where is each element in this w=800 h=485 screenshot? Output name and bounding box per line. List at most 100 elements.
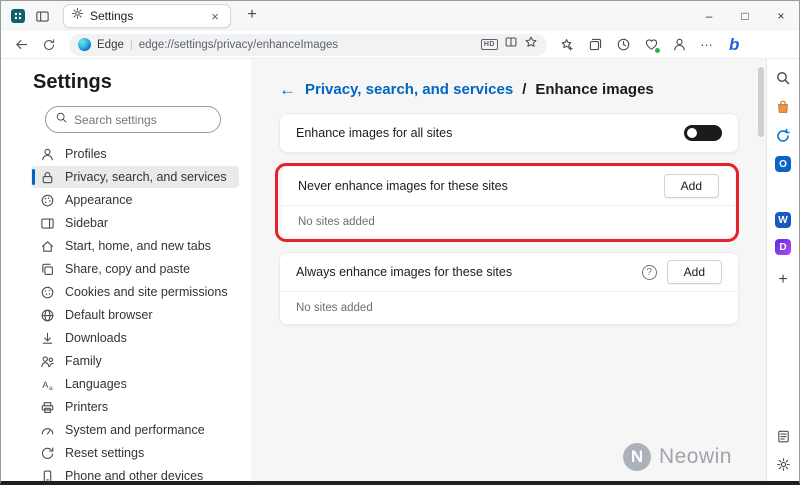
family-icon — [40, 354, 55, 369]
word-icon[interactable]: W — [775, 212, 791, 228]
site-label: Edge — [97, 39, 124, 51]
sidebar-item-share-copy-paste[interactable]: Share, copy and paste — [31, 258, 239, 280]
empty-list-text: No sites added — [296, 302, 373, 314]
scrollbar-thumb[interactable] — [758, 67, 764, 137]
toggle-knob — [687, 128, 697, 138]
sidebar-item-system-performance[interactable]: System and performance — [31, 419, 239, 441]
sidebar-item-phone-devices[interactable]: Phone and other devices — [31, 465, 239, 485]
lock-icon — [40, 170, 55, 185]
feedback-page-icon[interactable] — [774, 427, 792, 445]
sidebar-item-appearance[interactable]: Appearance — [31, 189, 239, 211]
neowin-logo-icon: N — [623, 443, 651, 471]
address-bar[interactable]: Edge | edge://settings/privacy/enhanceIm… — [69, 34, 547, 56]
sidebar-search-icon[interactable] — [774, 69, 792, 87]
reset-icon — [40, 446, 55, 461]
download-icon — [40, 331, 55, 346]
sidebar-item-label: Sidebar — [65, 216, 108, 230]
split-screen-icon[interactable] — [504, 35, 518, 54]
add-site-button[interactable]: Add — [664, 174, 719, 198]
collections-icon[interactable] — [583, 34, 607, 56]
globe-icon — [40, 308, 55, 323]
designer-icon[interactable]: D — [775, 239, 791, 255]
browser-essentials-icon[interactable] — [639, 34, 663, 56]
sidebar-item-label: Privacy, search, and services — [65, 170, 227, 184]
add-sidebar-app-button[interactable]: + — [778, 271, 787, 289]
gear-icon — [71, 7, 84, 25]
sidebar-item-label: Downloads — [65, 331, 127, 345]
edge-sidebar-rail: O W D + — [766, 59, 799, 481]
breadcrumb-separator: / — [522, 81, 526, 98]
history-icon[interactable] — [611, 34, 635, 56]
add-site-button[interactable]: Add — [667, 260, 722, 284]
back-arrow-icon[interactable]: ← — [279, 81, 296, 98]
help-icon[interactable]: ? — [642, 265, 657, 280]
sidebar-item-label: Phone and other devices — [65, 469, 203, 483]
tab-close-icon[interactable]: × — [207, 9, 223, 24]
breadcrumb-parent-link[interactable]: Privacy, search, and services — [305, 81, 513, 98]
sidebar-item-languages[interactable]: Aa Languages — [31, 373, 239, 395]
setting-label: Enhance images for all sites — [296, 126, 684, 140]
phone-icon — [40, 469, 55, 484]
sidebar-item-reset-settings[interactable]: Reset settings — [31, 442, 239, 464]
sidebar-item-label: Printers — [65, 400, 108, 414]
close-button[interactable]: × — [763, 1, 799, 31]
settings-search — [45, 106, 221, 133]
more-menu-icon[interactable]: … — [695, 31, 719, 53]
breadcrumb-current: Enhance images — [535, 81, 653, 98]
tab-title: Settings — [90, 9, 201, 23]
status-dot — [655, 48, 660, 53]
never-enhance-card: Never enhance images for these sites Add… — [282, 167, 735, 238]
sidebar-item-sidebar[interactable]: Sidebar — [31, 212, 239, 234]
vertical-scrollbar[interactable] — [757, 61, 765, 470]
sidebar-item-cookies-permissions[interactable]: Cookies and site permissions — [31, 281, 239, 303]
bing-logo-icon[interactable]: b — [723, 35, 745, 55]
sidebar-item-printers[interactable]: Printers — [31, 396, 239, 418]
refresh-icon[interactable] — [37, 34, 61, 56]
selected-indicator — [32, 169, 35, 185]
sidebar-item-label: Profiles — [65, 147, 107, 161]
new-tab-button[interactable]: + — [241, 5, 263, 27]
sidebar-item-label: Start, home, and new tabs — [65, 239, 211, 253]
back-icon[interactable] — [9, 34, 33, 56]
shopping-icon[interactable] — [774, 98, 792, 116]
sidebar-item-label: Languages — [65, 377, 127, 391]
settings-search-input[interactable] — [74, 113, 194, 127]
tab-actions-icon[interactable] — [33, 7, 51, 25]
gauge-icon — [40, 423, 55, 438]
microsoft365-icon[interactable] — [774, 183, 792, 201]
sidebar-item-label: Cookies and site permissions — [65, 285, 228, 299]
cookie-icon — [40, 285, 55, 300]
enhance-all-sites-toggle[interactable] — [684, 125, 722, 141]
sidebar-item-start-home-new-tabs[interactable]: Start, home, and new tabs — [31, 235, 239, 257]
page-title: Settings — [33, 71, 251, 94]
breadcrumb: ← Privacy, search, and services / Enhanc… — [279, 81, 766, 98]
always-enhance-card: Always enhance images for these sites ? … — [279, 252, 739, 325]
sidebar-item-downloads[interactable]: Downloads — [31, 327, 239, 349]
workspaces-icon[interactable] — [9, 7, 27, 25]
tab-settings[interactable]: Settings × — [63, 4, 231, 28]
content-area: Settings Profiles Privacy, search, and s… — [1, 59, 799, 481]
sidebar-item-default-browser[interactable]: Default browser — [31, 304, 239, 326]
printer-icon — [40, 400, 55, 415]
setting-label: Always enhance images for these sites — [296, 265, 642, 279]
setting-label: Never enhance images for these sites — [298, 179, 664, 193]
drop-sync-icon[interactable] — [774, 127, 792, 145]
sidebar-item-profiles[interactable]: Profiles — [31, 143, 239, 165]
outlook-icon[interactable]: O — [775, 156, 791, 172]
settings-sidebar: Settings Profiles Privacy, search, and s… — [1, 59, 251, 481]
sidebar-settings-gear-icon[interactable] — [774, 455, 792, 473]
watermark-text: Neowin — [659, 445, 732, 469]
url-text: edge://settings/privacy/enhanceImages — [139, 39, 475, 51]
favorite-star-icon[interactable] — [524, 35, 538, 54]
hd-mode-icon[interactable]: HD — [481, 39, 498, 50]
sidebar-item-privacy[interactable]: Privacy, search, and services — [31, 166, 239, 188]
search-icon — [55, 111, 68, 129]
sidebar-item-family[interactable]: Family — [31, 350, 239, 372]
red-highlight-annotation: Never enhance images for these sites Add… — [275, 163, 739, 242]
minimize-button[interactable]: – — [691, 1, 727, 31]
favorites-icon[interactable] — [555, 34, 579, 56]
profile-icon[interactable] — [667, 34, 691, 56]
maximize-button[interactable]: □ — [727, 1, 763, 31]
person-icon — [40, 147, 55, 162]
copy-icon — [40, 262, 55, 277]
